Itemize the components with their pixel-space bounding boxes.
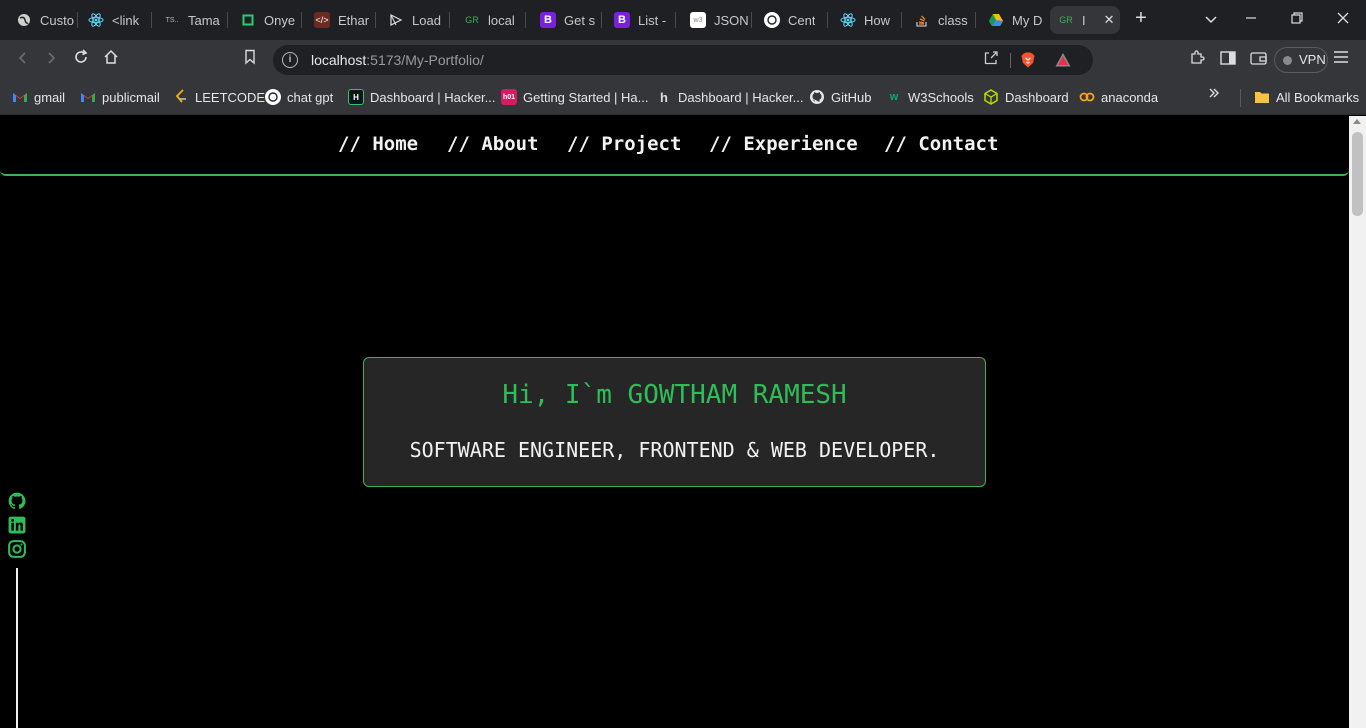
bookmark-item[interactable]: h01 Getting Started | Ha... [501,88,649,106]
extensions-icon[interactable] [1186,49,1208,71]
bookmarks-bar: gmail publicmail LEETCODE chat gpt H Das… [0,80,1366,115]
nav-about[interactable]: // About [447,133,539,155]
bookmark-item[interactable]: LEETCODE [173,88,265,106]
browser-tab[interactable]: GR local [456,6,526,34]
browser-tab[interactable]: TS.. Tama [156,6,228,34]
menu-icon[interactable] [1333,49,1349,69]
react-icon [88,12,104,28]
bookmark-item[interactable]: chat gpt [265,88,333,106]
bookmark-item[interactable]: h Dashboard | Hacker... [656,88,803,106]
ts-icon: TS.. [165,16,179,24]
anaconda-icon [1079,89,1095,105]
site-info-icon[interactable]: i [282,52,298,68]
cube-icon [983,89,999,105]
scroll-up-arrow-icon[interactable] [1353,119,1361,124]
hero-subtitle: SOFTWARE ENGINEER, FRONTEND & WEB DEVELO… [409,438,940,462]
hackerearth-icon: h [660,89,668,105]
nav-home[interactable]: // Home [338,133,418,155]
gr-icon: GR [465,15,479,25]
forward-button[interactable] [40,49,62,71]
openai-icon [265,89,281,105]
social-divider-line [16,568,18,728]
bookmark-item[interactable]: publicmail [80,88,160,106]
all-bookmarks-folder[interactable]: All Bookmarks [1254,88,1359,106]
browser-tab-active[interactable]: GR I ✕ [1050,6,1120,34]
vpn-button[interactable]: VPN [1274,47,1328,73]
hero-title: Hi, I`m GOWTHAM RAMESH [502,380,847,410]
browser-tab-strip: Custo <link TS.. Tama Onye </> Ethar Loa… [0,0,1366,40]
share-icon[interactable] [983,50,999,70]
browser-tab[interactable]: How [832,6,902,34]
bootstrap-icon: B [540,12,556,28]
globe-icon [16,12,32,28]
github-icon [809,89,825,105]
folder-icon [1254,89,1270,105]
browser-tab[interactable]: class [906,6,976,34]
browser-tab[interactable]: B List - [606,6,676,34]
w3schools-icon: w [889,91,899,103]
hackerrank-icon: H [348,89,364,105]
gmail-icon [80,89,96,105]
more-bookmarks-icon[interactable] [1208,86,1220,104]
h101-icon: h01 [501,89,517,105]
restore-button[interactable] [1285,8,1309,32]
leetcode-icon [173,89,189,105]
browser-toolbar: i localhost:5173/My-Portfolio/ VPN [0,40,1366,80]
react-icon [840,12,856,28]
minimize-button[interactable] [1239,8,1263,32]
hero-card: Hi, I`m GOWTHAM RAMESH SOFTWARE ENGINEER… [363,357,986,487]
close-tab-icon[interactable]: ✕ [1104,12,1115,28]
reload-button[interactable] [70,49,92,71]
github-icon[interactable] [8,492,26,510]
portfolio-page: // Home // About // Project // Experienc… [0,116,1349,728]
back-button[interactable] [12,49,34,71]
linkedin-icon[interactable] [8,516,26,534]
browser-tab[interactable]: Custo [8,6,78,34]
w3-icon: w3 [690,12,706,28]
browser-tab[interactable]: <link [80,6,152,34]
home-button[interactable] [100,49,122,71]
stackoverflow-icon [914,12,930,28]
code-icon: </> [314,12,330,28]
nav-experience[interactable]: // Experience [709,133,858,155]
sidebar-icon[interactable] [1217,49,1239,71]
bookmark-item[interactable]: w W3Schools [886,88,974,106]
close-window-button[interactable] [1331,8,1355,32]
browser-tab[interactable]: </> Ethar [306,6,376,34]
bookmark-item[interactable]: Dashboard [983,88,1069,106]
triangle-icon [388,12,404,28]
browser-tab[interactable]: Onye [232,6,302,34]
browser-tab[interactable]: My D [980,6,1050,34]
nav-project[interactable]: // Project [567,133,681,155]
drive-icon [988,12,1004,28]
bookmark-item[interactable]: gmail [12,88,65,106]
new-tab-button[interactable]: + [1130,8,1152,30]
brave-rewards-icon[interactable] [1054,51,1072,69]
brave-shields-icon[interactable] [1019,51,1037,69]
browser-tab[interactable]: w3 JSON [682,6,752,34]
gr-icon: GR [1059,15,1073,25]
gmail-icon [12,89,28,105]
url-text[interactable]: localhost:5173/My-Portfolio/ [311,52,484,68]
nav-contact[interactable]: // Contact [884,133,998,155]
bookmark-item[interactable]: GitHub [809,88,871,106]
scroll-thumb[interactable] [1352,132,1363,216]
bookmark-item[interactable]: anaconda [1079,88,1158,106]
browser-tab[interactable]: Cent [756,6,828,34]
tab-search-button[interactable] [1199,8,1223,32]
vpn-status-icon [1283,56,1292,65]
site-navbar: // Home // About // Project // Experienc… [0,116,1349,176]
bootstrap-icon: B [614,12,630,28]
wallet-icon[interactable] [1247,49,1269,71]
page-scrollbar[interactable] [1349,116,1366,728]
address-bar[interactable]: i localhost:5173/My-Portfolio/ [273,45,1093,75]
browser-tab[interactable]: Load [380,6,450,34]
square-icon [240,12,256,28]
instagram-icon[interactable] [8,540,26,558]
bookmark-icon[interactable] [239,49,261,71]
openai-icon [764,12,780,28]
browser-tab[interactable]: B Get s [532,6,602,34]
bookmark-item[interactable]: H Dashboard | Hacker... [348,88,496,106]
